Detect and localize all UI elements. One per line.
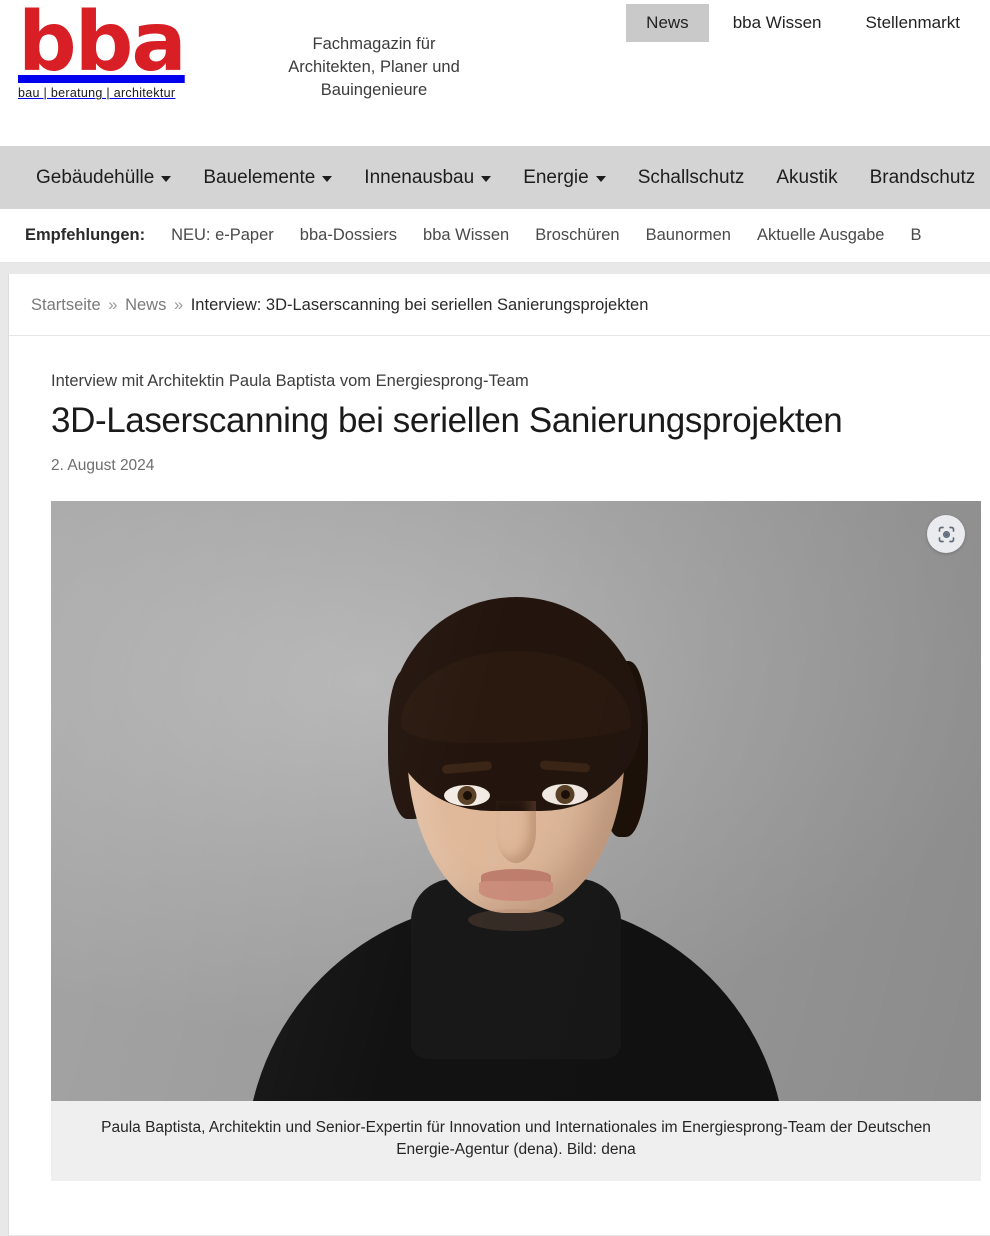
site-header: bba bau | beratung | architektur Fachmag… (0, 0, 990, 145)
nav-item-energie[interactable]: Energie (507, 167, 622, 189)
site-logo[interactable]: bba bau | beratung | architektur (18, 0, 218, 101)
breadcrumb-separator: » (108, 296, 118, 314)
breadcrumb-current: Interview: 3D-Laserscanning bei serielle… (190, 296, 649, 314)
article-image[interactable] (51, 501, 981, 1102)
primary-nav: Gebäudehülle Bauelemente Innenausbau Ene… (0, 145, 990, 209)
google-lens-icon[interactable] (927, 515, 965, 554)
article: Interview mit Architektin Paula Baptista… (9, 336, 990, 1182)
chevron-down-icon (322, 176, 333, 182)
breadcrumb-separator: » (173, 296, 184, 314)
recommendation-link-truncated[interactable]: B (910, 226, 921, 245)
recommendations-label: Empfehlungen: (25, 226, 146, 244)
page-shell: Startseite » News » Interview: 3D-Lasers… (0, 263, 990, 1235)
article-date: 2. August 2024 (51, 457, 155, 475)
article-figure: Paula Baptista, Architektin und Senior-E… (51, 501, 981, 1182)
recommendation-link-bba-dossiers[interactable]: bba-Dossiers (300, 226, 397, 245)
top-nav-item-bba-wissen[interactable]: bba Wissen (713, 4, 842, 42)
top-nav-item-stellenmarkt[interactable]: Stellenmarkt (846, 4, 980, 42)
nav-item-label: Energie (523, 166, 589, 188)
nav-item-schallschutz[interactable]: Schallschutz (622, 167, 761, 189)
recommendation-link-epaper[interactable]: NEU: e-Paper (171, 226, 274, 245)
article-kicker: Interview mit Architektin Paula Baptista… (51, 372, 529, 390)
photo-overlay (51, 501, 981, 1102)
nav-item-bauelemente[interactable]: Bauelemente (187, 167, 348, 189)
nav-item-label: Gebäudehülle (36, 166, 155, 188)
recommendation-link-aktuelle-ausgabe[interactable]: Aktuelle Ausgabe (757, 226, 885, 245)
breadcrumb-home[interactable]: Startseite (31, 296, 101, 314)
nav-item-brandschutz[interactable]: Brandschutz (854, 167, 990, 189)
nav-item-label: Innenausbau (364, 166, 475, 188)
recommendation-link-baunormen[interactable]: Baunormen (646, 226, 731, 245)
top-utility-nav: News bba Wissen Stellenmarkt (626, 4, 980, 42)
magazine-tagline: Fachmagazin für Architekten, Planer und … (288, 35, 460, 99)
recommendation-link-broschueren[interactable]: Broschüren (535, 226, 619, 245)
page-title: 3D-Laserscanning bei seriellen Sanierung… (51, 401, 843, 440)
breadcrumb: Startseite » News » Interview: 3D-Lasers… (9, 274, 990, 336)
recommendation-link-bba-wissen[interactable]: bba Wissen (423, 226, 509, 245)
nav-item-akustik[interactable]: Akustik (760, 167, 853, 189)
nav-item-innenausbau[interactable]: Innenausbau (348, 167, 507, 189)
breadcrumb-section[interactable]: News (125, 296, 166, 314)
chevron-down-icon (161, 176, 172, 182)
image-caption: Paula Baptista, Architektin und Senior-E… (51, 1101, 981, 1182)
nav-item-label: Brandschutz (869, 166, 976, 188)
content-card: Startseite » News » Interview: 3D-Lasers… (8, 273, 990, 1235)
recommendations-bar: Empfehlungen: NEU: e-Paper bba-Dossiers … (0, 209, 990, 263)
chevron-down-icon (595, 176, 606, 182)
nav-item-gebaeudehuelle[interactable]: Gebäudehülle (20, 167, 187, 189)
nav-item-label: Akustik (776, 166, 838, 188)
nav-item-label: Schallschutz (637, 166, 745, 188)
chevron-down-icon (481, 176, 492, 182)
top-nav-item-news[interactable]: News (626, 4, 709, 42)
nav-item-label: Bauelemente (203, 166, 316, 188)
logo-wordmark: bba (18, 0, 187, 90)
logo-tagline: bau | beratung | architektur (18, 86, 176, 101)
